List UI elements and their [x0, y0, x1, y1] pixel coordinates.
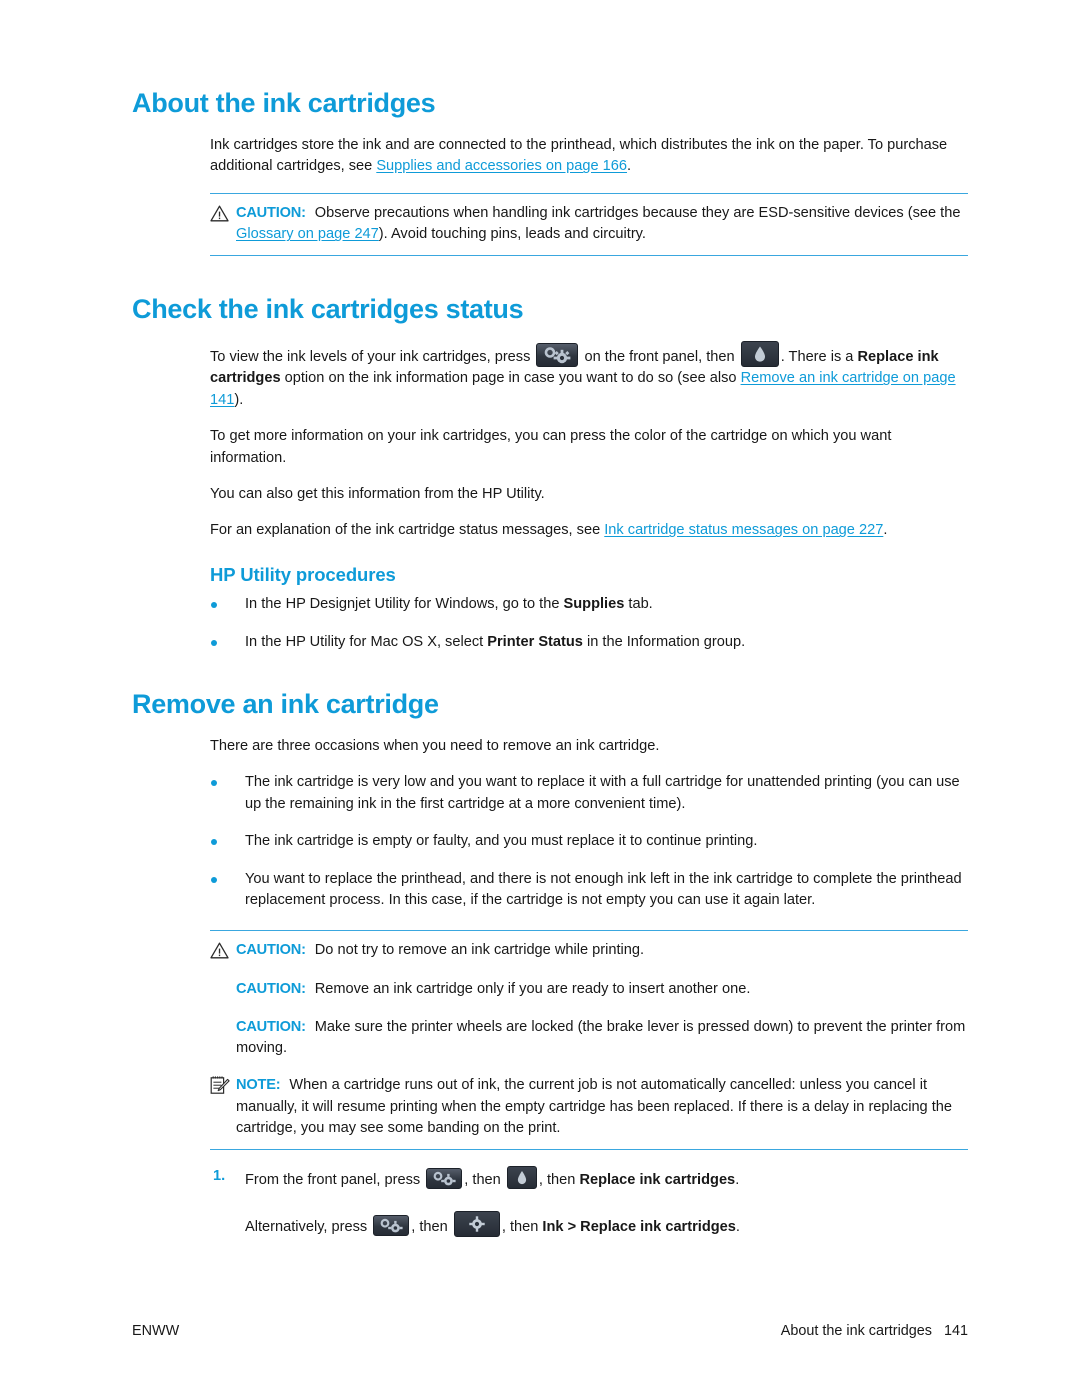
about-intro-paragraph: Ink cartridges store the ink and are con… — [210, 135, 968, 178]
heading-remove-an-ink-cartridge: Remove an ink cartridge — [132, 688, 439, 719]
footer-left-label: ENWW — [132, 1323, 180, 1339]
warning-triangle-icon — [210, 942, 229, 959]
check-status-text-b: on the front panel, then — [584, 348, 735, 365]
bullet-bold-supplies: Supplies — [563, 596, 625, 613]
caution-note-group-remove: CAUTION: Do not try to remove an ink cart… — [210, 929, 968, 1150]
front-panel-ink-drop-icon[interactable] — [506, 1165, 537, 1189]
check-status-body: To view the ink levels of your ink cartr… — [210, 340, 968, 542]
caution-esd-text-1: Observe precautions when handling ink ca… — [314, 204, 961, 221]
bullet-bold-printer-status: Printer Status — [487, 633, 583, 650]
step-text-a: From the front panel, press — [245, 1171, 421, 1188]
front-panel-gears-icon[interactable] — [426, 1167, 463, 1189]
bullet-dot-icon — [211, 839, 217, 846]
footer-section-title: About the ink cartridges — [780, 1323, 932, 1339]
heading-hp-utility-procedures: HP Utility procedures — [210, 563, 396, 585]
check-status-text-g: . — [883, 522, 888, 539]
page-content: About the ink cartridges Ink cartridges … — [132, 88, 968, 1239]
caution-text: Remove an ink cartridge only if you are … — [314, 981, 751, 998]
check-status-paragraph-1: To view the ink levels of your ink cartr… — [210, 340, 968, 411]
remove-bullet-text: The ink cartridge is empty or faulty, an… — [245, 833, 758, 850]
check-status-text-d: option on the ink information page in ca… — [280, 370, 741, 387]
step-alt-text-b: , then — [411, 1219, 448, 1236]
heading-check-the-ink-cartridges-status: Check the ink cartridges status — [132, 293, 524, 324]
step-text-b: , then — [464, 1171, 501, 1188]
step-1-alternative-line: Alternatively, press , then , then Ink >… — [245, 1211, 968, 1238]
front-panel-gears-icon[interactable] — [536, 342, 579, 367]
hp-utility-bullet-list: In the HP Designjet Utility for Windows,… — [210, 594, 968, 653]
caution-esd-text-2: ). Avoid touching pins, leads and circui… — [378, 226, 646, 243]
check-status-text-f: For an explanation of the ink cartridge … — [210, 522, 605, 539]
remove-procedure-steps: 1. From the front panel, press , then , … — [210, 1165, 968, 1239]
caution-label: CAUTION: — [236, 1018, 306, 1035]
step-menu-separator: > — [563, 1219, 581, 1236]
front-panel-ink-drop-icon[interactable] — [740, 340, 779, 367]
check-status-text-a: To view the ink levels of your ink cartr… — [210, 348, 531, 365]
bullet-text-1b: tab. — [624, 596, 653, 613]
remove-intro-paragraph: There are three occasions when you need … — [210, 738, 660, 755]
list-item: You want to replace the printhead, and t… — [210, 869, 968, 912]
check-status-text-e: ). — [234, 391, 244, 408]
bullet-dot-icon — [211, 876, 217, 883]
step-bold-replace-ink-cartridges: Replace ink cartridges — [579, 1171, 736, 1188]
caution-label: CAUTION: — [236, 941, 306, 958]
list-item: In the HP Utility for Mac OS X, select P… — [210, 632, 968, 653]
step-alt-text-d: . — [735, 1219, 740, 1236]
remove-occasions-list: The ink cartridge is very low and you wa… — [210, 772, 968, 911]
list-item: In the HP Designjet Utility for Windows,… — [210, 594, 968, 615]
step-alt-text-a: Alternatively, press — [245, 1219, 368, 1236]
step-text-d: . — [735, 1171, 740, 1188]
about-intro-text-2: . — [627, 158, 632, 175]
bullet-dot-icon — [211, 602, 217, 609]
remove-bullet-text: You want to replace the printhead, and t… — [245, 870, 962, 909]
remove-bullet-text: The ink cartridge is very low and you wa… — [245, 774, 960, 812]
check-status-paragraph-4: For an explanation of the ink cartridge … — [210, 520, 968, 541]
caution-text: Do not try to remove an ink cartridge wh… — [314, 941, 645, 958]
list-item: The ink cartridge is empty or faulty, an… — [210, 831, 968, 852]
step-text-c: , then — [538, 1171, 580, 1188]
step-number: 1. — [213, 1167, 226, 1184]
remove-body: There are three occasions when you need … — [210, 736, 968, 912]
note-text: When a cartridge runs out of ink, the cu… — [236, 1077, 953, 1137]
front-panel-gears-icon[interactable] — [373, 1215, 410, 1237]
link-ink-cartridge-status-messages[interactable]: Ink cartridge status messages on page 22… — [604, 522, 883, 538]
footer-page-number: 141 — [943, 1323, 968, 1339]
bullet-text-1a: In the HP Designjet Utility for Windows,… — [245, 596, 564, 613]
hp-utility-bullets-block: In the HP Designjet Utility for Windows,… — [210, 594, 968, 653]
bullet-dot-icon — [211, 780, 217, 787]
caution-printer-wheels-locked: CAUTION: Make sure the printer wheels are… — [210, 1017, 968, 1060]
check-status-paragraph-2: To get more information on your ink cart… — [210, 428, 892, 466]
caution-label: CAUTION: — [236, 204, 306, 221]
step-bold-replace-ink-cartridges: Replace ink cartridges — [580, 1219, 736, 1236]
step-bold-ink: Ink — [542, 1219, 564, 1236]
list-item: The ink cartridge is very low and you wa… — [210, 772, 968, 815]
heading-about-the-ink-cartridges: About the ink cartridges — [132, 88, 436, 118]
warning-triangle-icon — [210, 205, 229, 222]
step-alt-text-c: , then — [501, 1219, 543, 1236]
link-glossary[interactable]: Glossary on page 247 — [236, 226, 379, 242]
note-label: NOTE: — [236, 1077, 281, 1094]
about-body: Ink cartridges store the ink and are con… — [210, 135, 968, 178]
caution-esd: CAUTION: Observe precautions when handlin… — [210, 203, 968, 246]
note-pad-icon — [209, 1075, 230, 1095]
page-footer: ENWW About the ink cartridges 141 — [132, 1323, 968, 1339]
check-status-text-c: . There is a — [780, 348, 858, 365]
check-status-paragraph-3: You can also get this information from t… — [210, 486, 545, 503]
footer-right: About the ink cartridges 141 — [781, 1323, 968, 1339]
note-cartridge-out-of-ink: NOTE: When a cartridge runs out of ink, t… — [210, 1075, 968, 1139]
procedure-step-1: 1. From the front panel, press , then , … — [210, 1165, 968, 1239]
link-supplies-and-accessories[interactable]: Supplies and accessories on page 166 — [376, 158, 627, 174]
caution-text: Make sure the printer wheels are locked … — [236, 1018, 966, 1056]
bullet-text-2a: In the HP Utility for Mac OS X, select — [245, 633, 488, 650]
caution-do-not-remove-while-printing: CAUTION: Do not try to remove an ink cart… — [210, 940, 968, 961]
bullet-text-2b: in the Information group. — [582, 633, 746, 650]
document-page: About the ink cartridges Ink cartridges … — [0, 0, 1080, 1397]
caution-insert-another-one: CAUTION: Remove an ink cartridge only if … — [210, 979, 968, 1000]
step-1-primary-line: From the front panel, press , then , the… — [245, 1165, 968, 1191]
bullet-dot-icon — [211, 639, 217, 646]
caution-label: CAUTION: — [236, 981, 306, 998]
caution-group-about: CAUTION: Observe precautions when handlin… — [210, 192, 968, 256]
front-panel-gear-icon[interactable] — [453, 1211, 500, 1238]
